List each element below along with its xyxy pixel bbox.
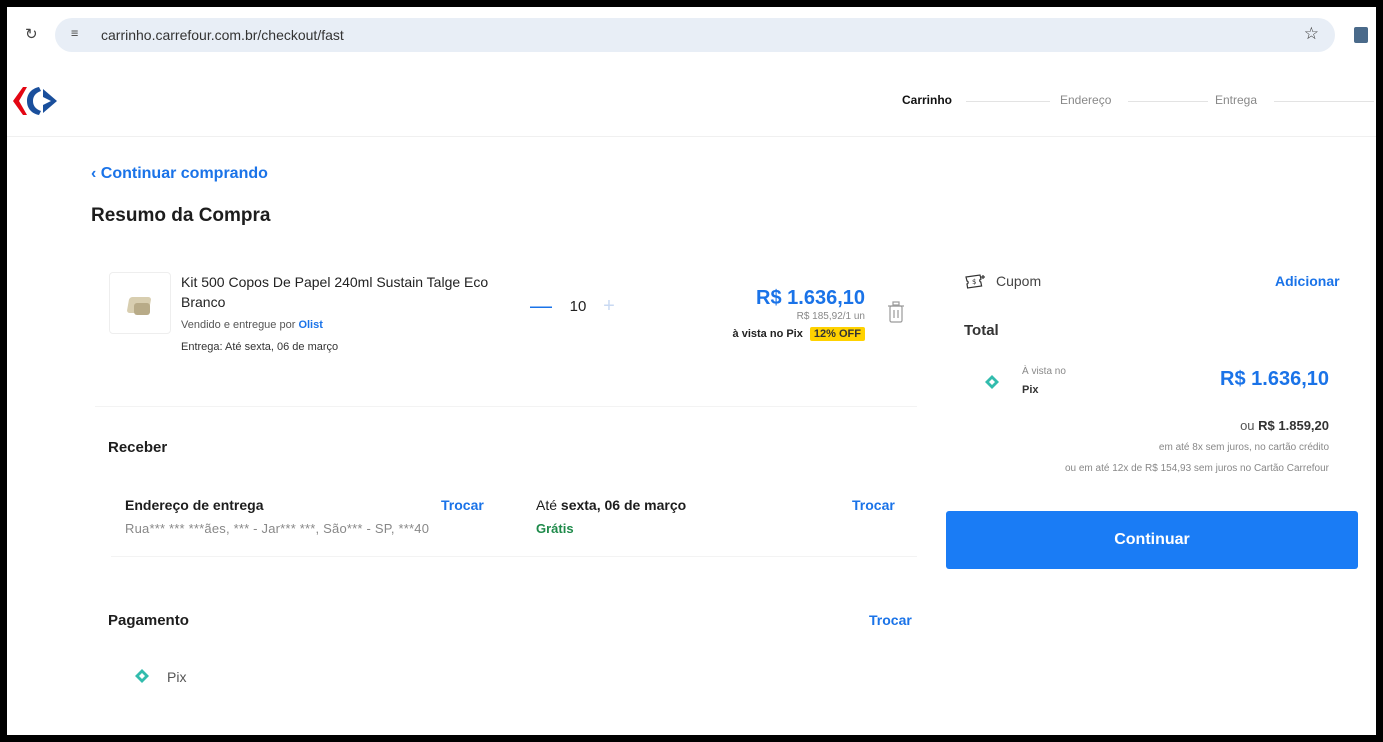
cart-item: Kit 500 Copos De Papel 240ml Sustain Tal… — [95, 257, 917, 407]
step-entrega: Entrega — [1215, 93, 1258, 107]
reload-icon[interactable]: ↻ — [25, 25, 38, 43]
shipping-date-value: sexta, 06 de março — [560, 497, 687, 513]
product-thumbnail[interactable] — [109, 272, 171, 334]
store-header: Carrinho Endereço Entrega — [7, 63, 1376, 137]
delivery-card: Endereço de entrega Trocar Rua*** *** **… — [111, 477, 917, 557]
coupon-icon: $ — [965, 274, 985, 289]
shipping-prefix: Até — [536, 497, 558, 513]
sold-by-prefix: Vendido e entregue por — [181, 319, 296, 331]
installments-carrefour: ou em até 12x de R$ 154,93 sem juros no … — [1064, 463, 1329, 474]
pix-icon — [985, 375, 999, 389]
shipping-date: Até sexta, 06 de março — [536, 497, 686, 513]
chevron-left-icon: ‹ — [91, 165, 97, 182]
total-label: Total — [964, 322, 999, 339]
pix-price-note: à vista no Pix 12% OFF — [675, 327, 865, 341]
payment-method-card[interactable]: Pix — [115, 649, 917, 701]
step-divider — [1274, 101, 1374, 102]
receber-title: Receber — [108, 439, 168, 456]
page-title: Resumo da Compra — [91, 205, 271, 226]
url-text[interactable]: carrinho.carrefour.com.br/checkout/fast — [101, 27, 344, 43]
pix-total-caption: À vista no — [1022, 366, 1066, 377]
unit-price: R$ 185,92/1 un — [796, 311, 865, 322]
step-divider — [1128, 101, 1208, 102]
seller-link[interactable]: Olist — [298, 319, 322, 331]
change-address-link[interactable]: Trocar — [441, 497, 484, 513]
payment-method-label: Pix — [167, 669, 187, 685]
carrefour-logo[interactable] — [13, 83, 65, 119]
step-endereco: Endereço — [1060, 93, 1112, 107]
coupon-label: Cupom — [996, 273, 1042, 289]
price-block: R$ 1.636,10 R$ 185,92/1 un à vista no Pi… — [675, 287, 865, 341]
product-name[interactable]: Kit 500 Copos De Papel 240ml Sustain Tal… — [181, 272, 511, 312]
increase-quantity-button[interactable]: + — [595, 291, 623, 323]
step-divider — [966, 101, 1050, 102]
continue-shopping-link[interactable]: ‹ Continuar comprando — [91, 165, 268, 183]
continue-shopping-label: Continuar comprando — [100, 165, 268, 182]
alternative-total: ou R$ 1.859,20 — [1149, 418, 1329, 433]
address-bar[interactable]: ≡ carrinho.carrefour.com.br/checkout/fas… — [55, 18, 1335, 52]
quantity-value[interactable]: 10 — [565, 298, 591, 315]
pix-icon — [135, 669, 149, 683]
shipping-price: Grátis — [536, 521, 574, 536]
pix-total-method: Pix — [1022, 384, 1039, 396]
trash-icon[interactable] — [887, 301, 905, 327]
svg-text:$: $ — [972, 278, 976, 286]
alternative-prefix: ou — [1240, 418, 1255, 433]
product-image-shape — [134, 303, 150, 315]
add-coupon-link[interactable]: Adicionar — [1275, 273, 1340, 289]
quantity-stepper: — 10 + — [527, 291, 623, 323]
browser-toolbar: ↻ ≡ carrinho.carrefour.com.br/checkout/f… — [7, 7, 1376, 63]
installments-credit: em até 8x sem juros, no cartão crédito — [1158, 442, 1329, 453]
alternative-value: R$ 1.859,20 — [1258, 418, 1329, 433]
address-label: Endereço de entrega — [125, 497, 264, 513]
total-value: R$ 1.636,10 — [1220, 368, 1329, 390]
step-carrinho: Carrinho — [902, 93, 953, 107]
site-info-icon[interactable]: ≡ — [71, 26, 78, 40]
pix-label: à vista no Pix — [732, 328, 803, 340]
bookmark-star-icon[interactable]: ☆ — [1304, 24, 1319, 44]
decrease-quantity-button[interactable]: — — [527, 291, 555, 323]
address-text: Rua*** *** ***ães, *** - Jar*** ***, São… — [125, 521, 430, 536]
app-window: ↻ ≡ carrinho.carrefour.com.br/checkout/f… — [7, 7, 1376, 735]
payment-title: Pagamento — [108, 612, 189, 629]
sold-by: Vendido e entregue por Olist — [181, 319, 323, 331]
change-shipping-link[interactable]: Trocar — [852, 497, 895, 513]
item-price: R$ 1.636,10 — [756, 287, 865, 309]
discount-badge: 12% OFF — [809, 327, 865, 341]
change-payment-link[interactable]: Trocar — [869, 612, 912, 628]
extension-icon[interactable] — [1354, 27, 1368, 43]
continue-button[interactable]: Continuar — [946, 511, 1358, 569]
delivery-estimate: Entrega: Até sexta, 06 de março — [181, 341, 339, 353]
